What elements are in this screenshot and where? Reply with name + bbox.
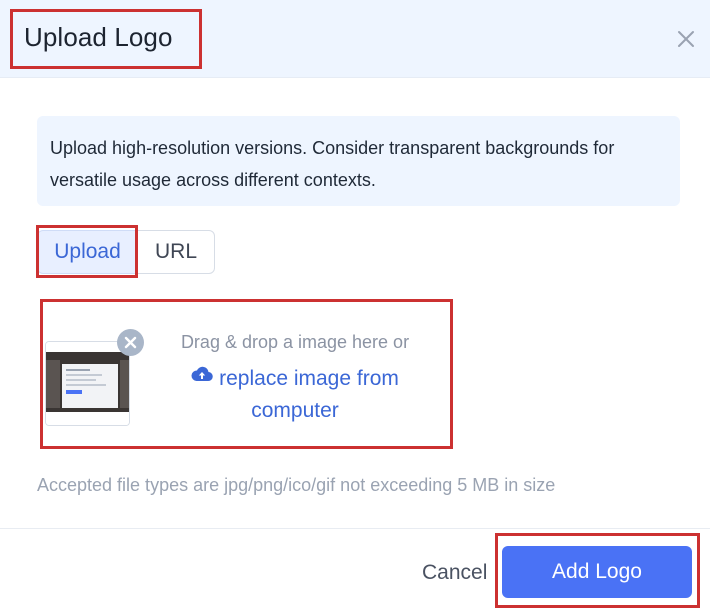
replace-image-link[interactable]: replace image from computer <box>160 363 430 427</box>
close-icon[interactable] <box>671 24 701 54</box>
cloud-upload-icon <box>191 361 213 393</box>
tab-url[interactable]: URL <box>137 230 215 274</box>
dialog-title: Upload Logo <box>24 22 173 52</box>
accepted-file-types-note: Accepted file types are jpg/png/ico/gif … <box>37 475 556 495</box>
footer-divider <box>0 528 710 529</box>
dropzone-text: Drag & drop a image here or replace imag… <box>160 332 430 427</box>
add-logo-button[interactable]: Add Logo <box>502 546 692 598</box>
cancel-button[interactable]: Cancel <box>422 561 487 585</box>
remove-image-icon[interactable] <box>117 329 144 356</box>
replace-image-label: replace image from computer <box>219 367 399 422</box>
info-banner: Upload high-resolution versions. Conside… <box>37 116 680 206</box>
info-text: Upload high-resolution versions. Conside… <box>50 138 615 190</box>
tab-upload[interactable]: Upload <box>37 230 138 274</box>
source-tabs: Upload URL <box>37 230 215 276</box>
dropzone-hint: Drag & drop a image here or <box>180 332 410 352</box>
